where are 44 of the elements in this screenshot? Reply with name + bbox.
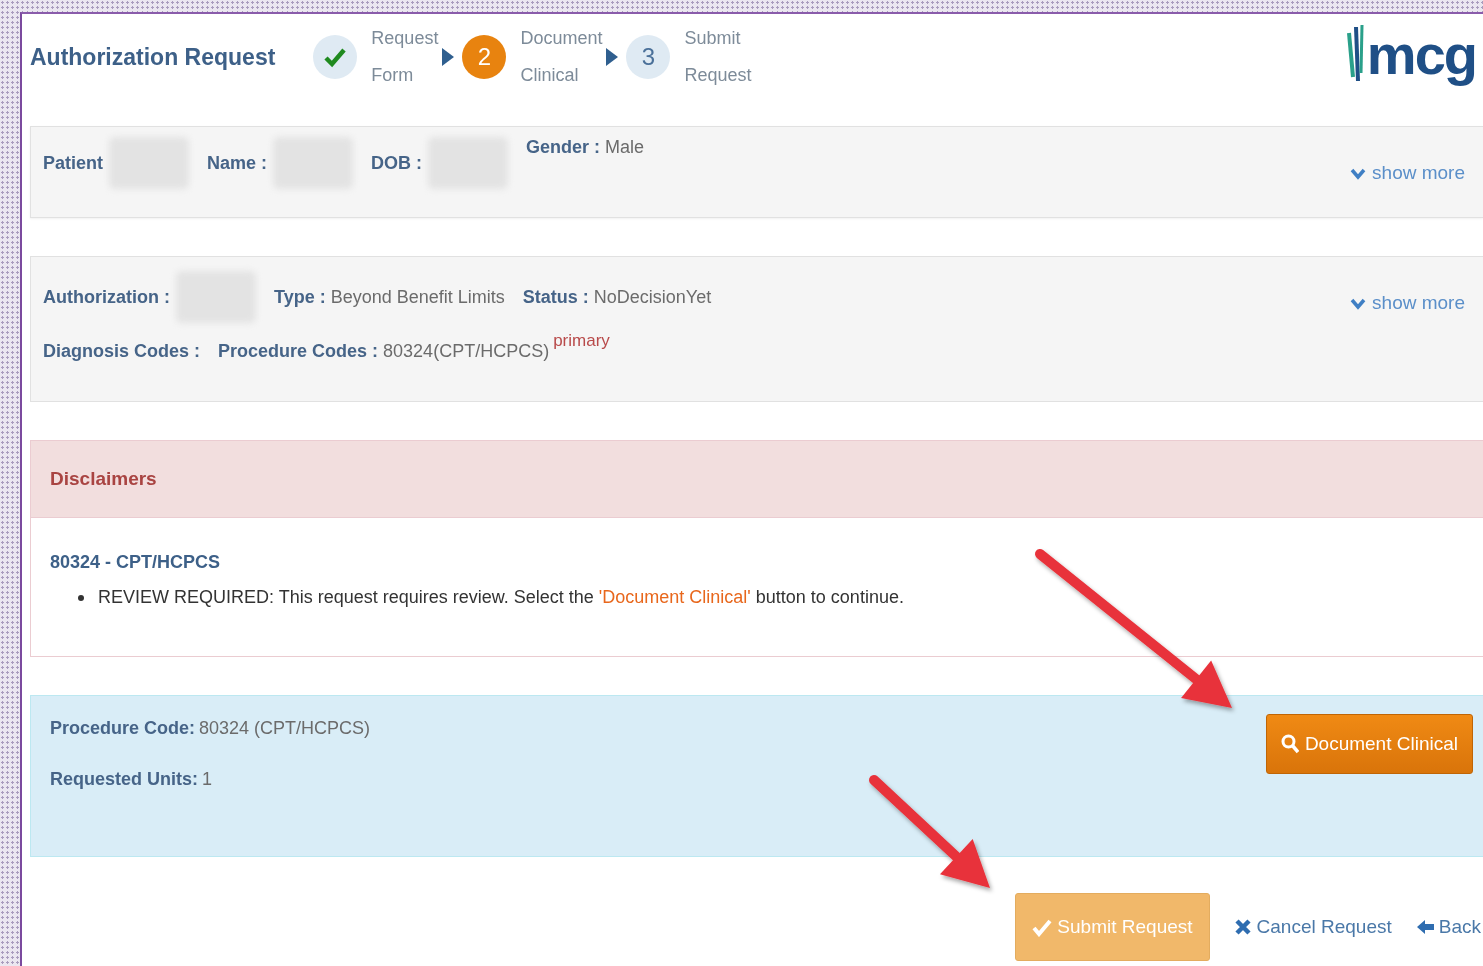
field-label: Procedure Codes : — [218, 340, 379, 362]
field-value: 80324 (CPT/HCPCS) — [199, 718, 371, 739]
logo: mcg — [1346, 21, 1479, 87]
logo-bars-icon — [1346, 25, 1365, 83]
step-label: Request Form — [371, 27, 439, 87]
field-label: Status : — [522, 286, 589, 308]
field-label: Gender : — [526, 137, 601, 158]
close-icon — [1233, 918, 1252, 936]
disclaimers-title: Disclaimers — [50, 468, 157, 490]
field-label: Authorization : — [43, 286, 170, 308]
field-label: Requested Units: — [50, 769, 199, 790]
field-value: 80324(CPT/HCPCS) — [383, 340, 550, 362]
step-arrow-icon — [442, 48, 455, 66]
show-more-link[interactable]: show more — [1344, 161, 1483, 185]
field-value: Beyond Benefit Limits — [330, 286, 505, 308]
step-number: 2 — [462, 35, 507, 79]
disclaimer-heading: 80324 - CPT/HCPCS — [50, 552, 222, 573]
field-label: Procedure Code: — [50, 718, 196, 739]
field-value: 1 — [202, 769, 213, 790]
field-label: Name : — [207, 152, 268, 174]
field-label: Type : — [274, 286, 326, 308]
page-title: Authorization Request — [30, 43, 276, 71]
search-icon — [1280, 734, 1299, 754]
chevron-down-icon — [1350, 166, 1367, 180]
field-label: Patient — [43, 152, 103, 174]
step-label: Document Clinical — [520, 27, 603, 87]
check-icon — [1032, 917, 1053, 937]
document-clinical-button[interactable]: Document Clinical — [1265, 714, 1473, 774]
field-value: Male — [605, 137, 645, 158]
arrow-left-icon — [1415, 918, 1434, 936]
show-more-link[interactable]: show more — [1344, 291, 1483, 315]
step-number: 3 — [626, 35, 671, 79]
back-link[interactable]: Back — [1415, 916, 1481, 938]
field-label: Diagnosis Codes : — [43, 340, 201, 362]
check-icon — [323, 46, 348, 68]
primary-tag: primary — [553, 331, 610, 351]
chevron-down-icon — [1350, 296, 1367, 310]
disclaimer-text: REVIEW REQUIRED: This request requires review. Select the 'Document Clinical' button to continue. — [98, 587, 904, 608]
step-label: Submit Request — [684, 27, 752, 87]
step-arrow-icon — [606, 48, 619, 66]
field-label: DOB : — [371, 152, 423, 174]
cancel-request-link[interactable]: Cancel Request — [1233, 916, 1392, 938]
field-value: NoDecisionYet — [593, 286, 712, 308]
bullet-icon — [78, 594, 84, 601]
